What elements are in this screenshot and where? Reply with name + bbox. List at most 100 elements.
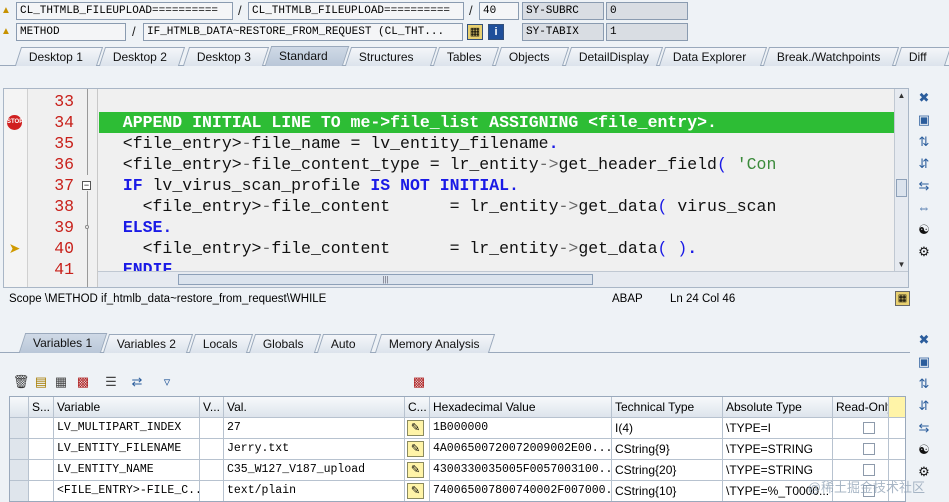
save-variables-icon[interactable]: ▩: [74, 373, 92, 391]
display-source-icon[interactable]: ▦: [467, 24, 483, 40]
filter-icon[interactable]: ▿: [158, 373, 176, 391]
code-area[interactable]: APPEND INITIAL LINE TO me->file_list ASS…: [99, 89, 895, 271]
header-value[interactable]: Val.: [224, 397, 405, 418]
scope-text: Scope \METHOD if_htmlb_data~restore_from…: [9, 293, 327, 305]
export-icon[interactable]: ▦: [52, 373, 70, 391]
notepad-icon[interactable]: ▦: [895, 291, 910, 306]
horizontal-scroll-thumb[interactable]: |||: [178, 274, 593, 285]
fullscreen-icon[interactable]: ▣: [915, 111, 933, 129]
variable-name[interactable]: <FILE_ENTRY>-FILE_C...: [54, 481, 200, 501]
load-variables-icon[interactable]: ▤: [32, 373, 50, 391]
fold-toggle-icon[interactable]: −: [82, 181, 91, 190]
read-only-checkbox[interactable]: [863, 443, 875, 455]
tab-variables-2[interactable]: Variables 2: [102, 334, 194, 353]
sy-subrc-name-field[interactable]: SY-SUBRC: [522, 2, 604, 20]
fullscreen-icon[interactable]: ▣: [915, 353, 933, 371]
header-hex-value[interactable]: Hexadecimal Value: [430, 397, 612, 418]
variable-value[interactable]: 27: [224, 418, 405, 439]
table-row[interactable]: LV_MULTIPART_INDEX 27 ✎ 1B000000 I(4) \T…: [10, 418, 905, 439]
sy-tabix-name-field[interactable]: SY-TABIX: [522, 23, 604, 41]
headset-icon[interactable]: ☯: [915, 221, 933, 239]
tab-standard[interactable]: Standard: [264, 46, 350, 66]
absolute-type: \TYPE=STRING: [723, 439, 833, 460]
tab-locals[interactable]: Locals: [188, 334, 254, 353]
tab-tables[interactable]: Tables: [432, 47, 500, 66]
language-text: ABAP: [612, 293, 643, 305]
delete-icon[interactable]: 🗑: [12, 373, 30, 391]
tab-break-watchpoints[interactable]: Break./Watchpoints: [762, 47, 900, 66]
row-selector[interactable]: [10, 481, 29, 501]
event-name-field: IF_HTMLB_DATA~RESTORE_FROM_REQUEST (CL_T…: [143, 23, 463, 41]
tab-desktop-1[interactable]: Desktop 1: [14, 47, 104, 66]
column-config-icon[interactable]: [889, 397, 905, 418]
header-variable[interactable]: Variable: [54, 397, 200, 418]
table-row[interactable]: LV_ENTITY_NAME C35_W127_V187_upload ✎ 43…: [10, 460, 905, 481]
technical-type: I(4): [612, 418, 723, 439]
header-read-only[interactable]: Read-Only: [833, 397, 889, 418]
edit-pencil-icon[interactable]: ✎: [407, 441, 424, 457]
tab-data-explorer[interactable]: Data Explorer: [658, 47, 768, 66]
settings-icon[interactable]: ⚙: [915, 243, 933, 261]
desktop-tabs: Desktop 1 Desktop 2 Desktop 3 Standard S…: [0, 44, 949, 66]
editor-horizontal-scrollbar[interactable]: |||: [98, 271, 908, 287]
header-change[interactable]: C...: [405, 397, 430, 418]
horizontal-expand-icon[interactable]: ⇆: [915, 419, 933, 437]
row-selector[interactable]: [10, 439, 29, 460]
variables-table: S... Variable V... Val. C... Hexadecimal…: [9, 396, 906, 502]
breakpoint-gutter[interactable]: STOP ➤: [4, 89, 28, 287]
read-only-checkbox[interactable]: [863, 422, 875, 434]
table-header: S... Variable V... Val. C... Hexadecimal…: [10, 397, 905, 418]
line-number: 39: [54, 218, 74, 237]
editor-vertical-scrollbar[interactable]: ▲ ▼: [894, 89, 908, 271]
vertical-expand-icon[interactable]: ⇵: [915, 155, 933, 173]
tab-objects[interactable]: Objects: [494, 47, 570, 66]
vertical-expand-icon[interactable]: ⇵: [915, 397, 933, 415]
table-row[interactable]: <FILE_ENTRY>-FILE_C... text/plain ✎ 7400…: [10, 481, 905, 501]
variable-name[interactable]: LV_ENTITY_FILENAME: [54, 439, 200, 460]
code-line-highlighted: APPEND INITIAL LINE TO me->file_list ASS…: [99, 112, 895, 133]
variable-value[interactable]: Jerry.txt: [224, 439, 405, 460]
stop-breakpoint-icon[interactable]: STOP: [7, 115, 23, 130]
variable-value[interactable]: C35_W127_V187_upload: [224, 460, 405, 481]
close-icon[interactable]: ✖: [915, 89, 933, 107]
info-icon[interactable]: i: [488, 24, 504, 40]
source-code-editor[interactable]: STOP ➤ 33 34 35 36 37 38 39 40 41 − APPE…: [3, 88, 909, 288]
tab-variables-1[interactable]: Variables 1: [18, 333, 108, 353]
tab-structures[interactable]: Structures: [344, 47, 438, 66]
tab-desktop-3[interactable]: Desktop 3: [182, 47, 270, 66]
swap-icon[interactable]: ⇅: [915, 133, 933, 151]
split-icon[interactable]: ⇔: [915, 199, 933, 217]
tab-auto[interactable]: Auto: [316, 334, 378, 353]
row-selector[interactable]: [10, 460, 29, 481]
variable-name[interactable]: LV_ENTITY_NAME: [54, 460, 200, 481]
header-technical-type[interactable]: Technical Type: [612, 397, 723, 418]
variable-name[interactable]: LV_MULTIPART_INDEX: [54, 418, 200, 439]
header-v[interactable]: V...: [200, 397, 224, 418]
tab-globals[interactable]: Globals: [248, 334, 322, 353]
tab-desktop-2[interactable]: Desktop 2: [98, 47, 186, 66]
header-absolute-type[interactable]: Absolute Type: [723, 397, 833, 418]
read-only-checkbox[interactable]: [863, 464, 875, 476]
hierarchy-icon[interactable]: ☰: [102, 373, 120, 391]
header-status[interactable]: S...: [29, 397, 54, 418]
variable-value[interactable]: text/plain: [224, 481, 405, 501]
table-row[interactable]: LV_ENTITY_FILENAME Jerry.txt ✎ 4A0065007…: [10, 439, 905, 460]
edit-pencil-icon[interactable]: ✎: [407, 483, 424, 499]
scroll-down-icon[interactable]: ▼: [895, 258, 908, 271]
line-number: 35: [54, 134, 74, 153]
breakpoint-marker[interactable]: STOP: [7, 112, 25, 133]
edit-pencil-icon[interactable]: ✎: [407, 462, 424, 478]
transfer-icon[interactable]: ⇄: [128, 373, 146, 391]
row-selector[interactable]: [10, 418, 29, 439]
scroll-up-icon[interactable]: ▲: [895, 89, 908, 102]
save-icon[interactable]: ▩: [410, 373, 428, 391]
swap-icon[interactable]: ⇅: [915, 375, 933, 393]
horizontal-expand-icon[interactable]: ⇆: [915, 177, 933, 195]
vertical-scroll-thumb[interactable]: [896, 179, 907, 197]
edit-pencil-icon[interactable]: ✎: [407, 420, 424, 436]
close-icon[interactable]: ✖: [915, 331, 933, 349]
tab-detail-display[interactable]: DetailDisplay: [564, 47, 664, 66]
tab-memory-analysis[interactable]: Memory Analysis: [374, 334, 496, 353]
headset-icon[interactable]: ☯: [915, 441, 933, 459]
tab-diff[interactable]: Diff: [894, 47, 949, 66]
